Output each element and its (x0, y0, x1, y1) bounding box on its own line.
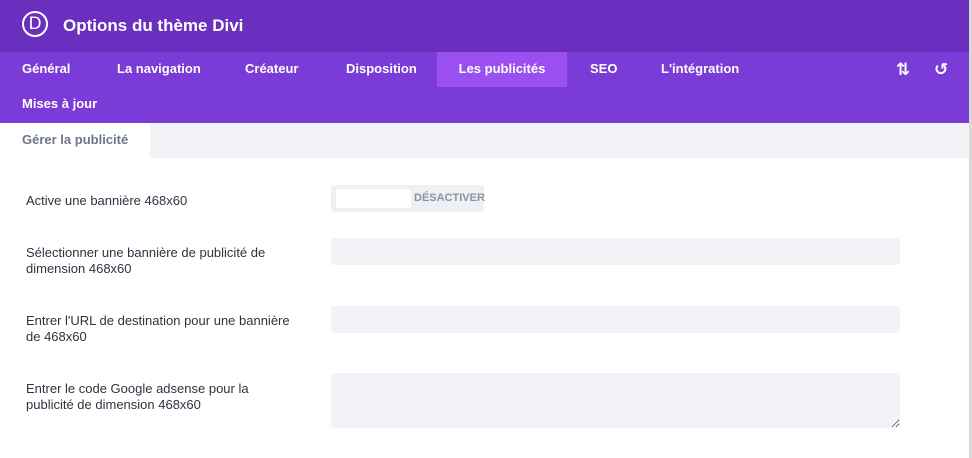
tab-navigation[interactable]: La navigation (117, 52, 201, 87)
page-title: Options du thème Divi (63, 16, 244, 35)
divi-logo-icon: D (22, 11, 48, 37)
sort-arrows-icon[interactable]: ⇅ (896, 60, 910, 80)
banner-url-label: Entrer l'URL de destination pour une ban… (26, 313, 290, 344)
toggle-state-label: DÉSACTIVER (414, 192, 485, 204)
banner-image-label: Sélectionner une bannière de publicité d… (26, 245, 266, 276)
banner-toggle-label: Active une bannière 468x60 (26, 193, 188, 208)
adsense-code-textarea[interactable] (331, 373, 900, 428)
subtab-manage-ads[interactable]: Gérer la publicité (0, 123, 150, 158)
tab-seo[interactable]: SEO (590, 52, 617, 87)
tab-ads[interactable]: Les publicités (437, 52, 567, 87)
main-tab-bar: Général La navigation Créateur Dispositi… (0, 52, 969, 123)
adsense-code-label: Entrer le code Google adsense pour la pu… (26, 381, 249, 412)
tab-general[interactable]: Général (22, 52, 70, 87)
toggle-knob (336, 189, 411, 208)
undo-icon[interactable]: ↺ (934, 60, 948, 80)
app-header: D Options du thème Divi (0, 0, 969, 52)
tab-layout[interactable]: Disposition (346, 52, 417, 87)
tab-builder[interactable]: Créateur (245, 52, 298, 87)
sub-tab-bar: Gérer la publicité (0, 123, 969, 158)
banner-url-input[interactable] (331, 306, 900, 333)
tab-integration[interactable]: L'intégration (661, 52, 739, 87)
tab-updates[interactable]: Mises à jour (22, 87, 97, 122)
banner-image-input[interactable] (331, 238, 900, 265)
banner-toggle[interactable]: DÉSACTIVER (331, 185, 485, 212)
